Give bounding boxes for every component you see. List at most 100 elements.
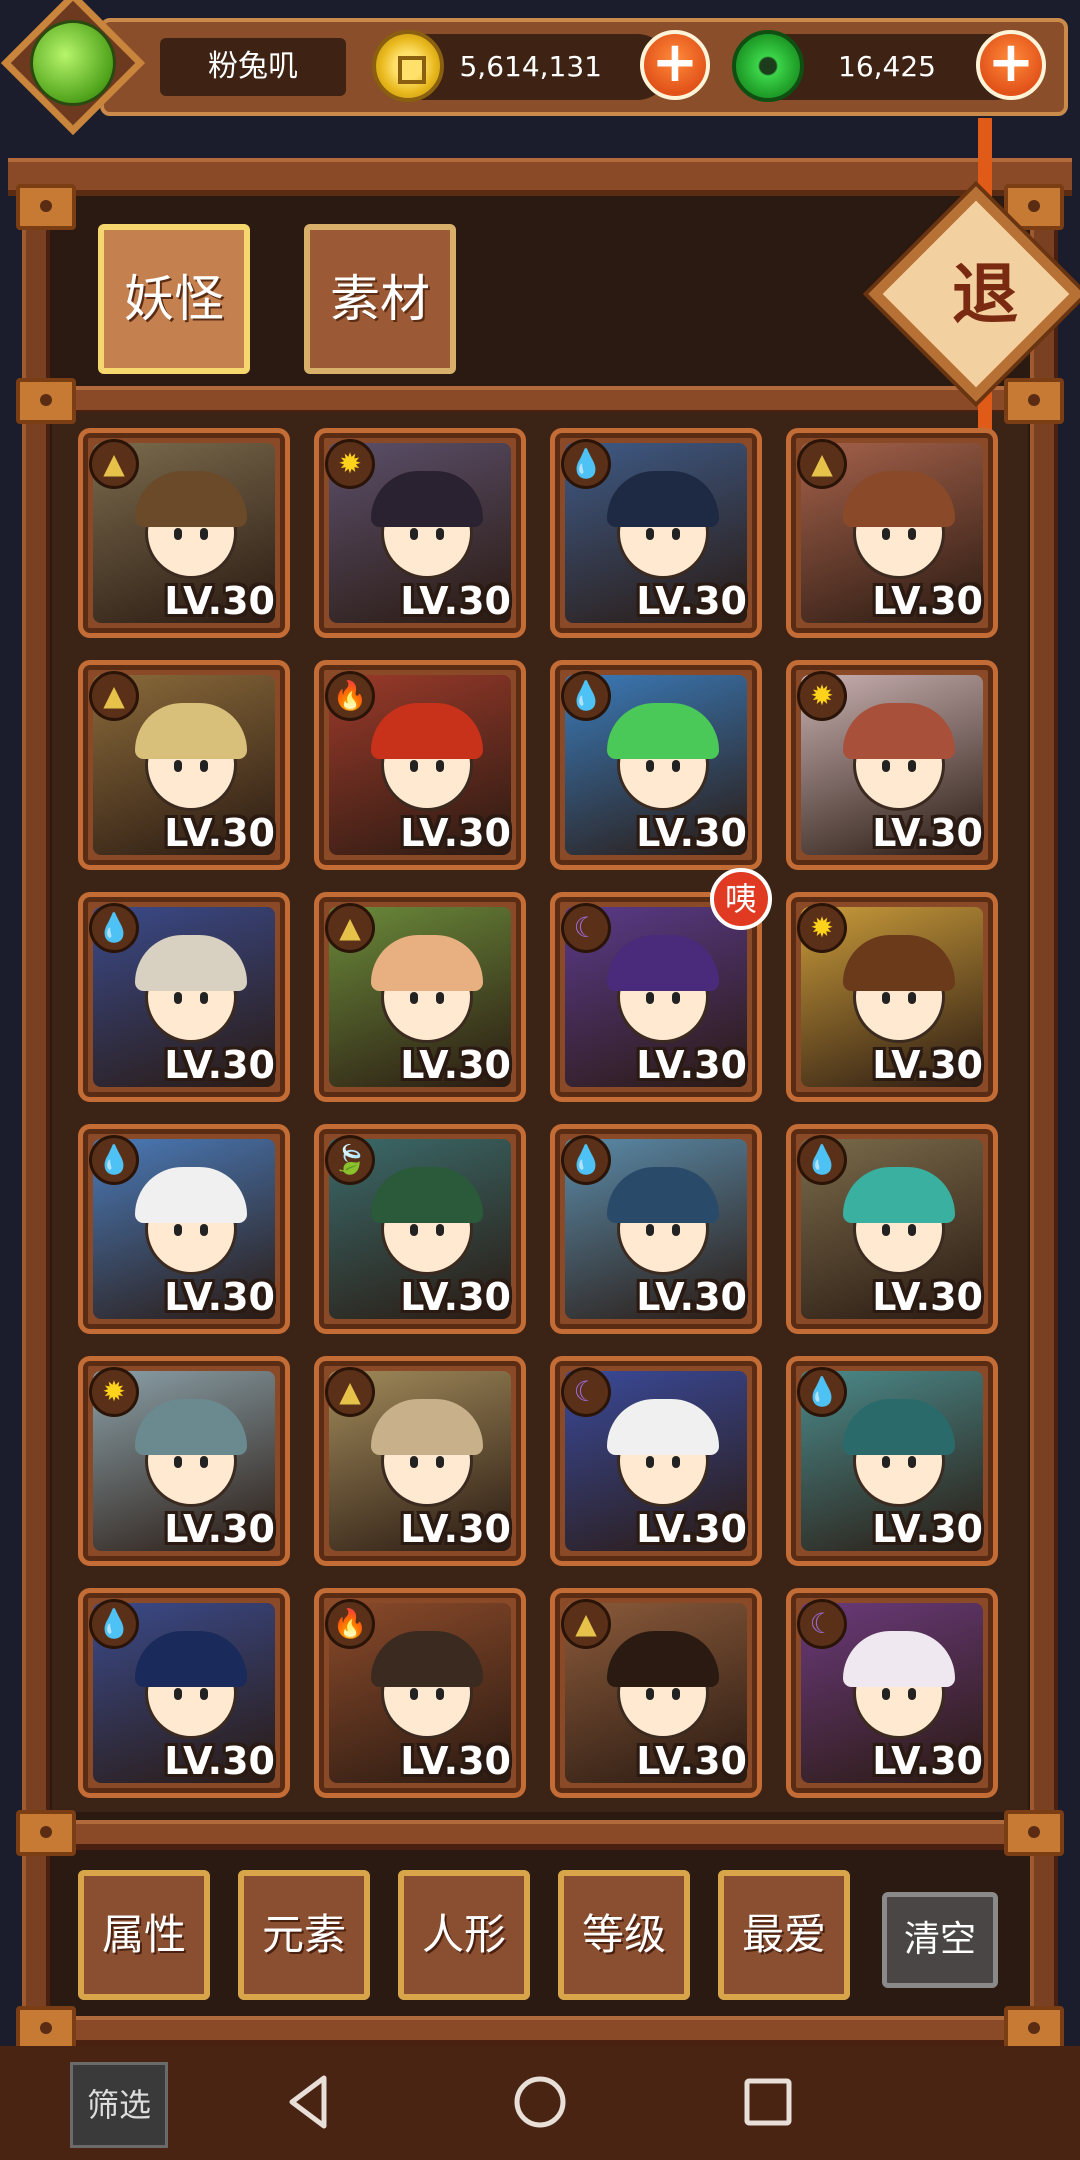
monster-card[interactable]: ☾ LV.30 [786,1588,998,1798]
water-element-icon: 💧 [89,903,139,953]
monster-level: LV.30 [636,1275,747,1319]
monster-card[interactable]: 💧 LV.30 [550,428,762,638]
monster-hair [843,935,955,991]
monster-hair [607,703,719,759]
monster-card[interactable]: ✹ LV.30 [78,1356,290,1566]
cabinet-top-beam [8,158,1072,196]
monster-card[interactable]: ▲ LV.30 [314,892,526,1102]
monster-card[interactable]: 💧 LV.30 [786,1124,998,1334]
cabinet-left-post [22,196,50,2036]
filter-attribute-button[interactable]: 属性 [78,1870,210,2000]
monster-card[interactable]: 💧 LV.30 [786,1356,998,1566]
water-element-icon: 💧 [89,1135,139,1185]
filter-humanoid-button[interactable]: 人形 [398,1870,530,2000]
monster-level: LV.30 [164,811,275,855]
monster-hair [607,1167,719,1223]
monster-card[interactable]: ▲ LV.30 [786,428,998,638]
monster-level: LV.30 [872,1507,983,1551]
water-element-icon: 💧 [797,1367,847,1417]
monster-card[interactable]: 💧 LV.30 [78,892,290,1102]
monster-card[interactable]: ▲ LV.30 [550,1588,762,1798]
monster-level: LV.30 [636,1739,747,1783]
monster-level: LV.30 [164,1043,275,1087]
bracket [1004,1810,1064,1856]
exit-label[interactable]: 退 [900,230,1070,360]
monster-card[interactable]: 🍃 LV.30 [314,1124,526,1334]
cabinet-right-post [1030,196,1058,2036]
water-element-icon: 💧 [561,671,611,721]
tab-materials[interactable]: 素材 [304,224,456,374]
monster-level: LV.30 [872,1275,983,1319]
monster-card[interactable]: ✹ LV.30 [786,892,998,1102]
monster-level: LV.30 [400,579,511,623]
monster-card[interactable]: 🔥 LV.30 [314,1588,526,1798]
moon-element-icon: ☾ [797,1599,847,1649]
fire-element-icon: 🔥 [325,1599,375,1649]
clear-filters-button[interactable]: 清空 [882,1892,998,1988]
tab-monsters[interactable]: 妖怪 [98,224,250,374]
monster-level: LV.30 [872,811,983,855]
monster-level: LV.30 [872,579,983,623]
monster-card[interactable]: ✹ LV.30 [314,428,526,638]
monster-hair [371,703,483,759]
monster-hair [135,1399,247,1455]
monster-card[interactable]: ▲ LV.30 [78,428,290,638]
monster-hair [607,935,719,991]
monster-level: LV.30 [164,579,275,623]
monster-card[interactable]: 💧 LV.30 [550,1124,762,1334]
monster-card[interactable]: 💧 LV.30 [78,1124,290,1334]
add-gold-button[interactable]: + [640,30,710,100]
earth-element-icon: ▲ [797,439,847,489]
monster-card[interactable]: ▲ LV.30 [78,660,290,870]
monster-level: LV.30 [400,1739,511,1783]
monster-level: LV.30 [164,1507,275,1551]
earth-element-icon: ▲ [89,439,139,489]
monster-level: LV.30 [636,1507,747,1551]
screen-filter-button[interactable]: 筛选 [70,2062,168,2148]
monster-hair [843,471,955,527]
monster-card[interactable]: ☾ LV.30 [550,1356,762,1566]
monster-hair [607,471,719,527]
fire-element-icon: 🔥 [325,671,375,721]
monster-level: LV.30 [400,1507,511,1551]
monster-hair [135,471,247,527]
avatar[interactable] [30,20,116,106]
filter-favorite-button[interactable]: 最爱 [718,1870,850,2000]
water-element-icon: 💧 [89,1599,139,1649]
bracket [16,378,76,424]
sun-element-icon: ✹ [797,903,847,953]
monster-hair [135,1167,247,1223]
monster-hair [371,935,483,991]
add-jade-button[interactable]: + [976,30,1046,100]
monster-card[interactable]: ✹ LV.30 [786,660,998,870]
monster-hair [371,471,483,527]
monster-hair [843,1631,955,1687]
earth-element-icon: ▲ [89,671,139,721]
monster-card[interactable]: 💧 LV.30 [550,660,762,870]
water-element-icon: 💧 [561,439,611,489]
monster-card[interactable]: ▲ LV.30 [314,1356,526,1566]
filter-level-button[interactable]: 等级 [558,1870,690,2000]
earth-element-icon: ▲ [325,1367,375,1417]
monster-card[interactable]: 💧 LV.30 [78,1588,290,1798]
monster-level: LV.30 [636,579,747,623]
monster-level: LV.30 [164,1275,275,1319]
monster-level: LV.30 [400,1043,511,1087]
monster-hair [135,1631,247,1687]
back-triangle-icon[interactable] [280,2072,340,2132]
monster-level: LV.30 [872,1043,983,1087]
filter-element-button[interactable]: 元素 [238,1870,370,2000]
monster-hair [371,1399,483,1455]
jade-coin-icon [732,30,804,102]
monster-level: LV.30 [400,811,511,855]
monster-level: LV.30 [164,1739,275,1783]
monster-hair [607,1399,719,1455]
monster-hair [371,1631,483,1687]
monster-card[interactable]: 🔥 LV.30 [314,660,526,870]
home-circle-icon[interactable] [510,2072,570,2132]
gold-coin-icon [372,30,444,102]
monster-level: LV.30 [872,1739,983,1783]
recents-square-icon[interactable] [738,2072,798,2132]
earth-element-icon: ▲ [561,1599,611,1649]
wood-element-icon: 🍃 [325,1135,375,1185]
